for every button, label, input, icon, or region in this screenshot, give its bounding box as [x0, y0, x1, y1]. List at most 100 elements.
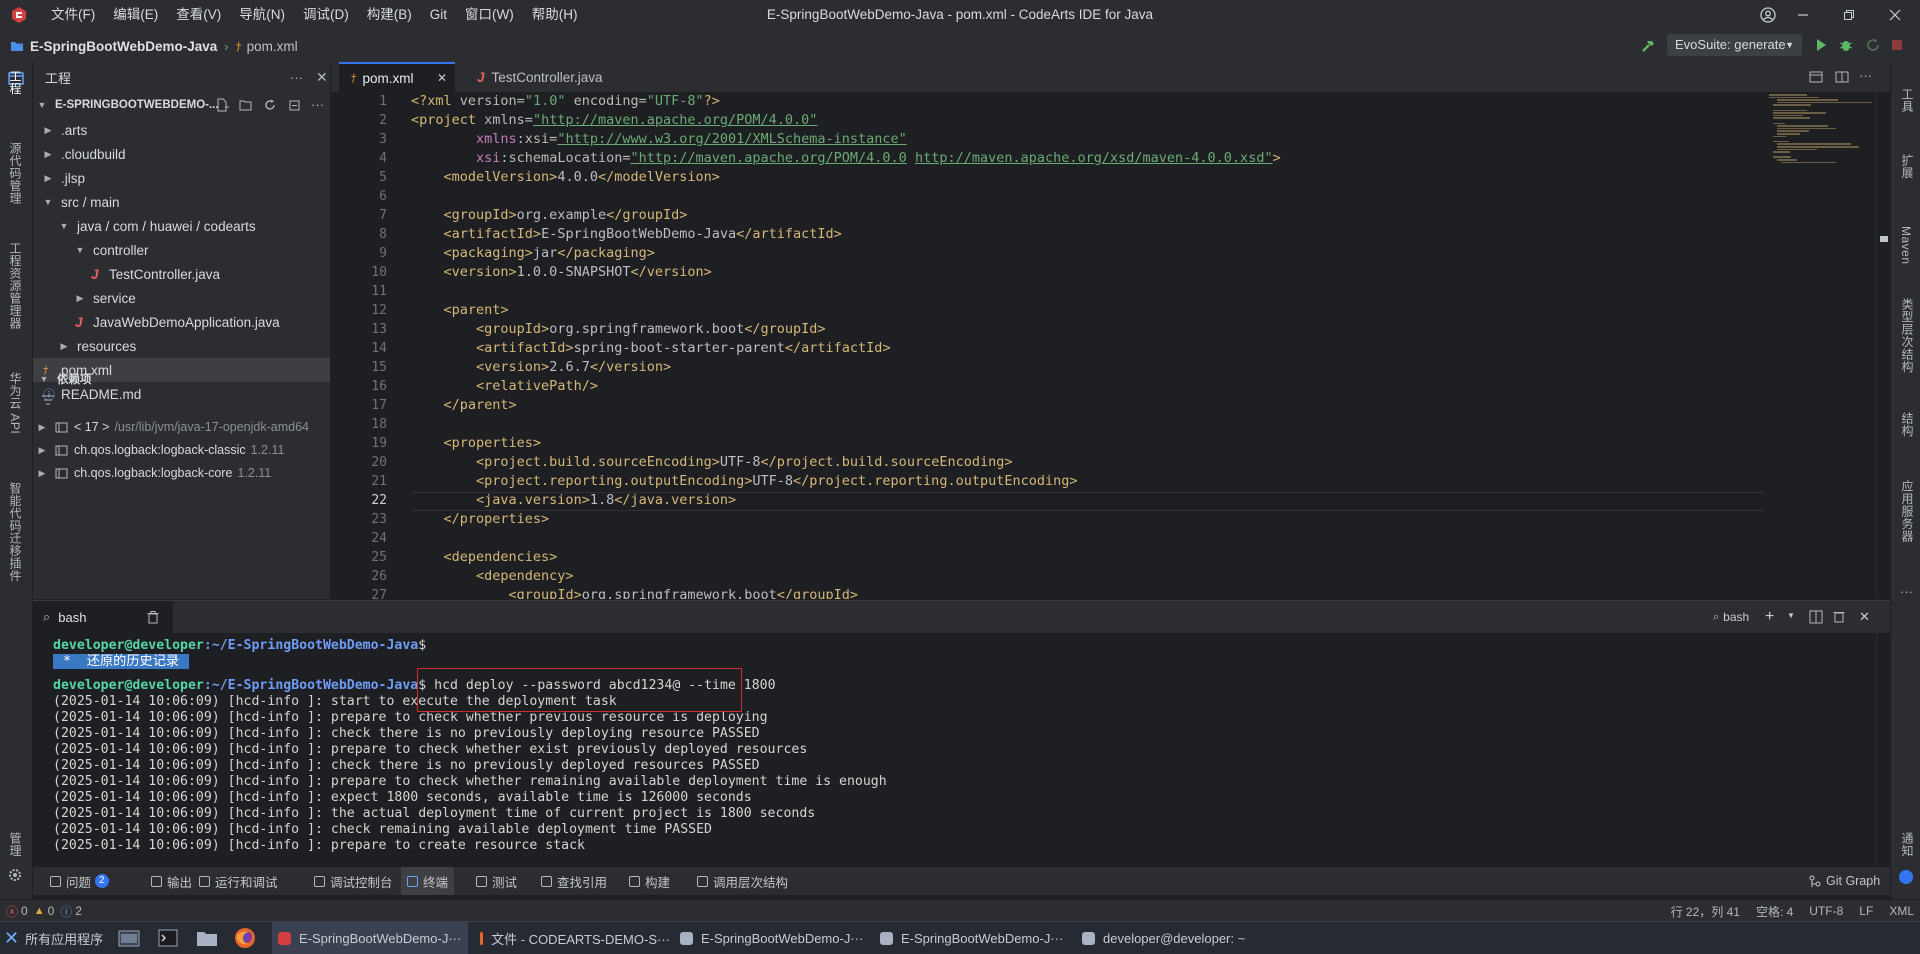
- menu-item[interactable]: 编辑(E): [104, 0, 167, 30]
- deps-header[interactable]: ▼ 依赖项: [33, 368, 330, 390]
- new-file-icon[interactable]: [215, 98, 229, 112]
- menu-item[interactable]: 构建(B): [358, 0, 421, 30]
- start-menu-button[interactable]: ✕ 所有应用程序: [4, 922, 103, 954]
- git-graph-button[interactable]: Git Graph: [1809, 867, 1880, 895]
- menu-item[interactable]: Git: [421, 0, 456, 30]
- activity-notifications[interactable]: 通知: [1899, 832, 1916, 857]
- more-actions-icon[interactable]: ···: [290, 70, 303, 85]
- line-ending[interactable]: LF: [1859, 904, 1873, 918]
- menu-item[interactable]: 调试(D): [294, 0, 358, 30]
- split-terminal-icon[interactable]: [1809, 610, 1823, 624]
- close-panel-icon[interactable]: ✕: [1859, 609, 1870, 625]
- taskbar-window[interactable]: 文件 - CODEARTS-DEMO-S···: [474, 922, 670, 954]
- folder-app-icon[interactable]: [196, 928, 218, 948]
- language-mode[interactable]: XML: [1889, 904, 1914, 918]
- activity-huawei-api[interactable]: 华为云 API: [7, 372, 24, 434]
- tab-pom-xml[interactable]: ﾅ pom.xml ✕: [339, 62, 455, 92]
- tool-find-references[interactable]: 查找引用: [535, 867, 613, 895]
- close-sidebar-icon[interactable]: ✕: [316, 69, 328, 86]
- project-root-row[interactable]: ▼ E-SPRINGBOOTWEBDEMO-... ···: [33, 92, 330, 118]
- breadcrumb-project[interactable]: E-SpringBootWebDemo-Java: [30, 39, 217, 54]
- hammer-icon[interactable]: [1640, 38, 1656, 54]
- tab-test-controller[interactable]: J TestController.java: [467, 62, 627, 92]
- terminal-shell-selector[interactable]: ⌕ bash: [1713, 601, 1749, 633]
- collapse-all-icon[interactable]: [287, 98, 301, 112]
- tree-item[interactable]: ▶ .jlsp: [33, 166, 330, 190]
- more-icon[interactable]: ···: [311, 98, 324, 112]
- tool-problems[interactable]: 问题 2: [44, 867, 115, 895]
- filter-icon[interactable]: [41, 394, 55, 406]
- editor-scrollbar[interactable]: [1876, 92, 1890, 599]
- cursor-position[interactable]: 行 22，列 41: [1671, 903, 1740, 920]
- activity-explorer[interactable]: 工程资源管理器: [7, 242, 24, 330]
- breadcrumb-file[interactable]: pom.xml: [247, 39, 298, 54]
- open-preview-icon[interactable]: [1809, 70, 1823, 84]
- terminal-scrollbar[interactable]: [1876, 633, 1890, 865]
- run-icon[interactable]: [1814, 38, 1828, 52]
- taskbar-window[interactable]: E-SpringBootWebDemo-J···: [874, 922, 1070, 954]
- activity-type-hierarchy[interactable]: 类型层次结构: [1899, 298, 1916, 373]
- tab-bash[interactable]: ⌕ bash: [33, 601, 173, 633]
- activity-source-control[interactable]: 源代码管理: [7, 142, 24, 205]
- run-config-select[interactable]: EvoSuite: generate ▼: [1667, 34, 1802, 56]
- more-icon[interactable]: ···: [1900, 584, 1913, 599]
- tool-output[interactable]: 输出: [145, 867, 198, 895]
- new-folder-icon[interactable]: [239, 98, 253, 112]
- file-manager-icon[interactable]: [118, 928, 140, 948]
- menu-item[interactable]: 窗口(W): [456, 0, 523, 30]
- problems-summary[interactable]: ⓧ 0 ▲ 0 ⓘ 2: [6, 900, 82, 922]
- taskbar-window[interactable]: developer@developer: ~: [1076, 922, 1272, 954]
- tree-item[interactable]: ▶ service: [33, 286, 330, 310]
- tool-build[interactable]: 构建: [623, 867, 676, 895]
- minimap[interactable]: [1765, 92, 1872, 192]
- tree-item[interactable]: ▶ .arts: [33, 118, 330, 142]
- tool-call-hierarchy[interactable]: 调用层次结构: [691, 867, 794, 895]
- tree-item[interactable]: J JavaWebDemoApplication.java: [33, 310, 330, 334]
- menu-item[interactable]: 导航(N): [230, 0, 294, 30]
- trash-icon[interactable]: [147, 610, 159, 624]
- refresh-icon[interactable]: [263, 98, 277, 112]
- minimize-button[interactable]: [1780, 0, 1826, 30]
- activity-app-server[interactable]: 应用服务器: [1899, 480, 1916, 543]
- restart-icon[interactable]: [1866, 38, 1880, 52]
- debug-icon[interactable]: [1838, 37, 1854, 53]
- indentation[interactable]: 空格: 4: [1756, 903, 1793, 920]
- close-window-button[interactable]: [1872, 0, 1918, 30]
- terminal-app-icon[interactable]: [158, 928, 178, 948]
- activity-structure[interactable]: 结构: [1899, 412, 1916, 437]
- tree-item[interactable]: ▼ java / com / huawei / codearts: [33, 214, 330, 238]
- taskbar-window[interactable]: E-SpringBootWebDemo-J···: [272, 922, 468, 954]
- dependency-item[interactable]: ▶ ch.qos.logback:logback-core 1.2.11: [33, 460, 330, 486]
- taskbar-window[interactable]: E-SpringBootWebDemo-J···: [674, 922, 870, 954]
- tree-item[interactable]: ▼ controller: [33, 238, 330, 262]
- menu-item[interactable]: 帮助(H): [523, 0, 587, 30]
- notification-badge-icon[interactable]: [1899, 870, 1913, 884]
- tool-debug-console[interactable]: 调试控制台: [308, 867, 399, 895]
- tree-item[interactable]: ▶ resources: [33, 334, 330, 358]
- tool-terminal[interactable]: 终端: [401, 867, 455, 895]
- split-editor-icon[interactable]: [1835, 70, 1849, 84]
- more-icon[interactable]: ···: [1859, 68, 1872, 83]
- activity-tools[interactable]: 工具: [1899, 88, 1916, 113]
- menu-item[interactable]: 文件(F): [42, 0, 104, 30]
- firefox-icon[interactable]: [234, 927, 256, 949]
- tree-item[interactable]: J TestController.java: [33, 262, 330, 286]
- code-editor[interactable]: 1 2 3 4 5 6 7 8 9 10 11 12 13 14 15 16 17 18 19 20 21 22 23 24 2…: [331, 92, 1890, 599]
- activity-extensions[interactable]: 扩展: [1899, 154, 1916, 179]
- activity-maven[interactable]: Maven: [1899, 226, 1913, 265]
- activity-manage[interactable]: 管理: [7, 832, 24, 857]
- terminal-output[interactable]: developer@developer:~/E-SpringBootWebDem…: [33, 633, 1890, 865]
- gear-icon[interactable]: [8, 868, 22, 882]
- kill-terminal-icon[interactable]: [1833, 610, 1845, 623]
- add-terminal-icon[interactable]: +: [1765, 608, 1774, 626]
- encoding[interactable]: UTF-8: [1809, 904, 1843, 918]
- tree-item[interactable]: ▶ .cloudbuild: [33, 142, 330, 166]
- activity-code-migration[interactable]: 智能代码迁移插件: [7, 482, 24, 582]
- menu-item[interactable]: 查看(V): [167, 0, 230, 30]
- tool-run-debug[interactable]: 运行和调试: [193, 867, 284, 895]
- tree-item[interactable]: ▼ src / main: [33, 190, 330, 214]
- chevron-down-icon[interactable]: ▼: [1787, 611, 1795, 620]
- activity-project[interactable]: 工程: [7, 70, 24, 95]
- close-tab-icon[interactable]: ✕: [437, 71, 447, 85]
- stop-icon[interactable]: [1891, 39, 1903, 51]
